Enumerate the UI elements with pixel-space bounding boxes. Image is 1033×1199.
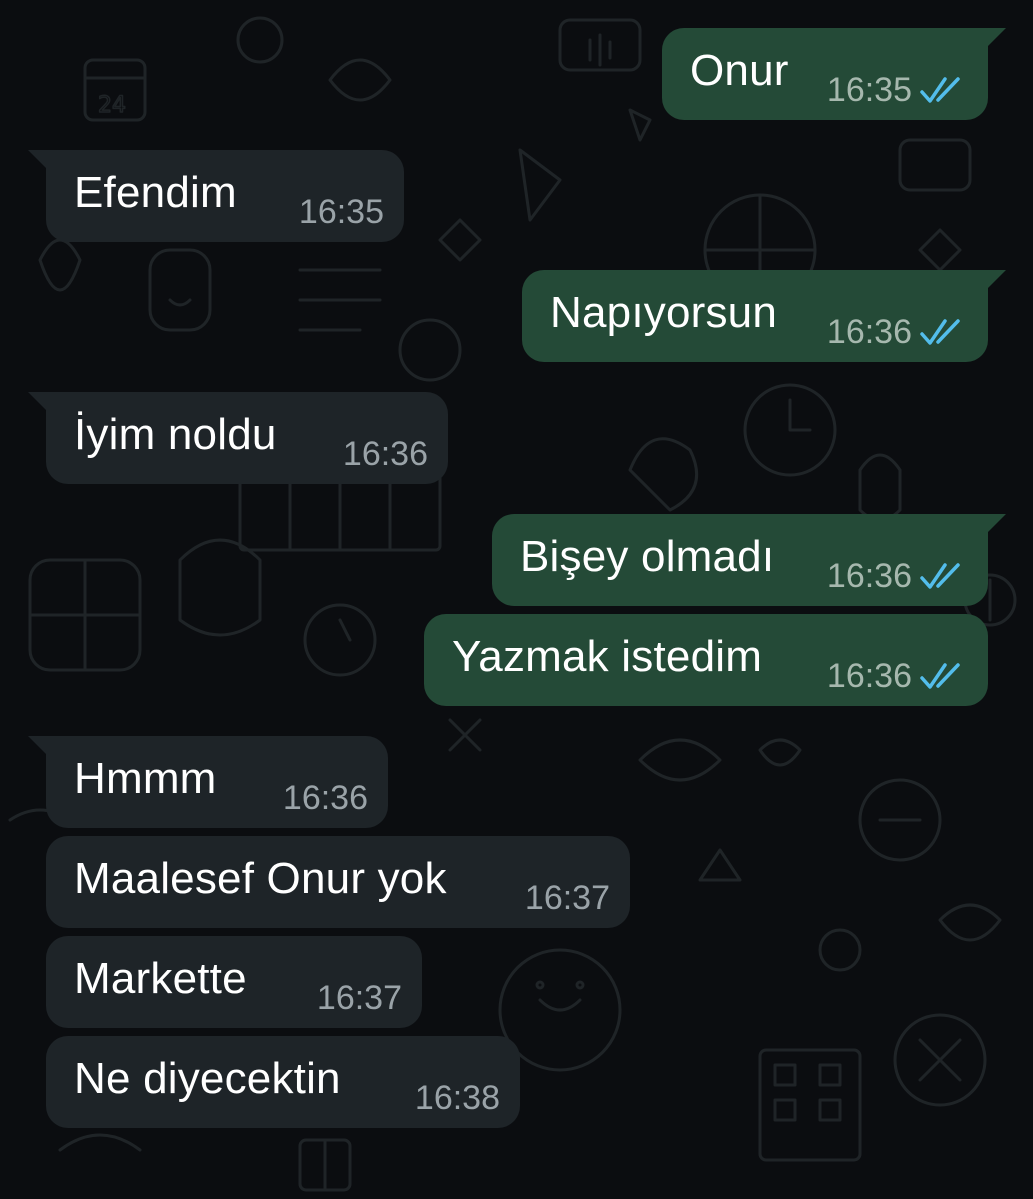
message-meta: 16:38 (415, 1078, 500, 1118)
message-time: 16:36 (826, 656, 912, 695)
message-text: Ne diyecektin (74, 1054, 341, 1103)
message-text: İyim noldu (74, 410, 277, 459)
message-text: Bişey olmadı (520, 532, 775, 581)
message-time: 16:38 (414, 1078, 500, 1117)
double-check-read-icon (920, 319, 960, 345)
message-text: Yazmak istedim (452, 632, 763, 681)
bubble-tail (984, 270, 1006, 292)
message-meta: 16:37 (317, 978, 402, 1018)
message-bubble-incoming[interactable]: Ne diyecektin 16:38 (46, 1036, 520, 1128)
message-time: 16:37 (316, 978, 402, 1017)
message-meta: 16:36 (343, 434, 428, 474)
message-text: Efendim (74, 168, 237, 217)
message-bubble-incoming[interactable]: İyim noldu 16:36 (28, 392, 448, 484)
bubble-tail (984, 514, 1006, 536)
message-time: 16:36 (826, 556, 912, 595)
bubble-tail (28, 392, 50, 414)
message-time: 16:36 (282, 778, 368, 817)
message-text: Hmmm (74, 754, 217, 803)
message-meta: 16:36 (827, 656, 966, 696)
message-meta: 16:36 (827, 556, 966, 596)
message-time: 16:35 (826, 70, 912, 109)
message-text: Maalesef Onur yok (74, 854, 447, 903)
message-meta: 16:35 (299, 192, 384, 232)
message-bubble-outgoing[interactable]: Onur 16:35 (662, 28, 1006, 120)
message-bubble-outgoing[interactable]: Yazmak istedim 16:36 (424, 614, 988, 706)
message-text: Onur (690, 46, 789, 95)
message-time: 16:36 (342, 434, 428, 473)
message-bubble-incoming[interactable]: Hmmm 16:36 (28, 736, 388, 828)
message-bubble-incoming[interactable]: Efendim 16:35 (28, 150, 404, 242)
message-bubble-incoming[interactable]: Markette 16:37 (46, 936, 422, 1028)
message-bubble-incoming[interactable]: Maalesef Onur yok 16:37 (46, 836, 630, 928)
message-time: 16:37 (524, 878, 610, 917)
message-meta: 16:36 (827, 312, 966, 352)
message-meta: 16:37 (525, 878, 610, 918)
message-text: Markette (74, 954, 247, 1003)
bubble-tail (28, 736, 50, 758)
message-bubble-outgoing[interactable]: Napıyorsun 16:36 (522, 270, 1006, 362)
message-time: 16:35 (298, 192, 384, 231)
message-text: Napıyorsun (550, 288, 778, 337)
message-time: 16:36 (826, 312, 912, 351)
bubble-tail (984, 28, 1006, 50)
message-meta: 16:35 (827, 70, 966, 110)
double-check-read-icon (920, 77, 960, 103)
double-check-read-icon (920, 563, 960, 589)
bubble-tail (28, 150, 50, 172)
message-meta: 16:36 (283, 778, 368, 818)
message-bubble-outgoing[interactable]: Bişey olmadı 16:36 (492, 514, 1006, 606)
double-check-read-icon (920, 663, 960, 689)
chat-thread: Onur 16:35 Efendim 16:35 Napıyorsun 16:3… (0, 0, 1033, 1199)
